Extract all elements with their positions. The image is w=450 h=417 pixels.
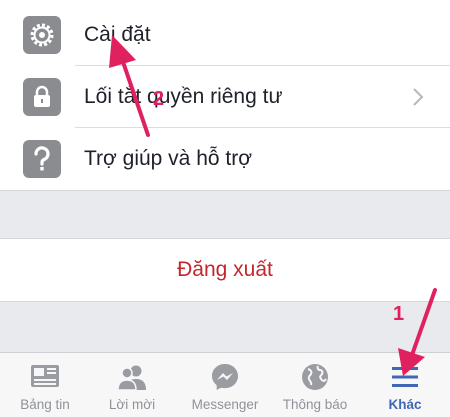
tab-label: Bảng tin	[20, 397, 70, 412]
question-icon	[23, 140, 61, 178]
logout-button[interactable]: Đăng xuất	[0, 238, 450, 302]
tab-bar: Bảng tin Lời mời Messenger Thông báo Khá…	[0, 352, 450, 417]
tab-label: Messenger	[191, 397, 259, 412]
chevron-right-icon	[413, 88, 424, 106]
tab-messenger[interactable]: Messenger	[180, 353, 270, 417]
tab-more[interactable]: Khác	[360, 353, 450, 417]
lock-icon	[23, 78, 61, 116]
tab-news-feed[interactable]: Bảng tin	[0, 353, 90, 417]
step-1-label: 1	[393, 303, 405, 325]
menu-group: Cài đặt Lối tắt quyền riêng tư Trợ giúp …	[0, 0, 450, 191]
step-2-label: 2	[153, 88, 165, 110]
gear-icon	[23, 16, 61, 54]
menu-item-privacy-shortcuts[interactable]: Lối tắt quyền riêng tư	[0, 66, 450, 128]
menu-item-settings[interactable]: Cài đặt	[0, 4, 450, 66]
tab-label: Lời mời	[108, 397, 156, 412]
messenger-icon	[212, 364, 238, 390]
menu-item-help[interactable]: Trợ giúp và hỗ trợ	[0, 128, 450, 190]
menu-item-label: Lối tắt quyền riêng tư	[84, 85, 283, 108]
tab-label: Thông báo	[282, 397, 348, 412]
menu-icon	[392, 367, 418, 387]
friends-icon	[117, 365, 146, 391]
menu-item-label: Cài đặt	[84, 23, 151, 46]
globe-icon	[302, 364, 328, 390]
tab-label: Khác	[388, 397, 422, 412]
tab-notifications[interactable]: Thông báo	[270, 353, 360, 417]
news-feed-icon	[31, 365, 59, 387]
tab-friend-requests[interactable]: Lời mời	[87, 353, 177, 417]
menu-item-label: Trợ giúp và hỗ trợ	[84, 147, 252, 170]
